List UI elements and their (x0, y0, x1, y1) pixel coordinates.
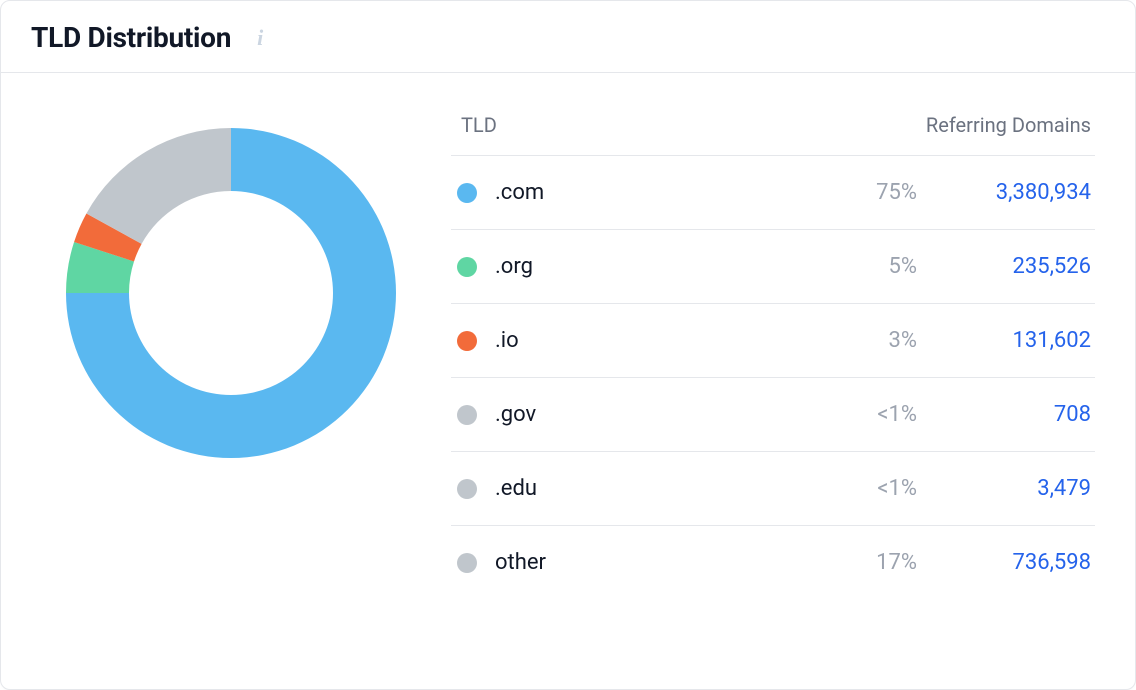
color-swatch (457, 405, 477, 425)
percent-value: <1% (865, 402, 945, 427)
card-header: TLD Distribution i (1, 1, 1135, 73)
table-row: .com75%3,380,934 (451, 155, 1095, 229)
donut-chart-wrap (31, 103, 431, 473)
referring-domains-value[interactable]: 708 (945, 402, 1095, 427)
referring-domains-value[interactable]: 131,602 (945, 328, 1095, 353)
table-row: other17%736,598 (451, 525, 1095, 599)
color-swatch (457, 553, 477, 573)
table-row: .io3%131,602 (451, 303, 1095, 377)
referring-domains-value[interactable]: 736,598 (945, 550, 1095, 575)
tld-label: other (495, 550, 865, 575)
tld-label: .org (495, 254, 865, 279)
color-swatch (457, 479, 477, 499)
percent-value: 17% (865, 550, 945, 575)
tld-table: TLD Referring Domains .com75%3,380,934.o… (431, 103, 1095, 599)
color-swatch (457, 331, 477, 351)
card-title: TLD Distribution (31, 21, 231, 54)
tld-label: .com (495, 180, 865, 205)
donut-chart (51, 113, 411, 473)
percent-value: 5% (865, 254, 945, 279)
column-header-tld: TLD (451, 113, 926, 137)
table-row: .org5%235,526 (451, 229, 1095, 303)
referring-domains-value[interactable]: 3,479 (945, 476, 1095, 501)
tld-label: .edu (495, 476, 865, 501)
percent-value: 3% (865, 328, 945, 353)
card-body: TLD Referring Domains .com75%3,380,934.o… (1, 73, 1135, 687)
referring-domains-value[interactable]: 3,380,934 (945, 180, 1095, 205)
info-icon[interactable]: i (249, 27, 271, 49)
table-header-row: TLD Referring Domains (451, 103, 1095, 155)
color-swatch (457, 183, 477, 203)
referring-domains-value[interactable]: 235,526 (945, 254, 1095, 279)
tld-label: .io (495, 328, 865, 353)
percent-value: <1% (865, 476, 945, 501)
table-row: .edu<1%3,479 (451, 451, 1095, 525)
color-swatch (457, 257, 477, 277)
tld-label: .gov (495, 402, 865, 427)
table-row: .gov<1%708 (451, 377, 1095, 451)
percent-value: 75% (865, 180, 945, 205)
tld-distribution-card: TLD Distribution i TLD Referring Domains… (0, 0, 1136, 690)
column-header-referring: Referring Domains (926, 113, 1095, 137)
